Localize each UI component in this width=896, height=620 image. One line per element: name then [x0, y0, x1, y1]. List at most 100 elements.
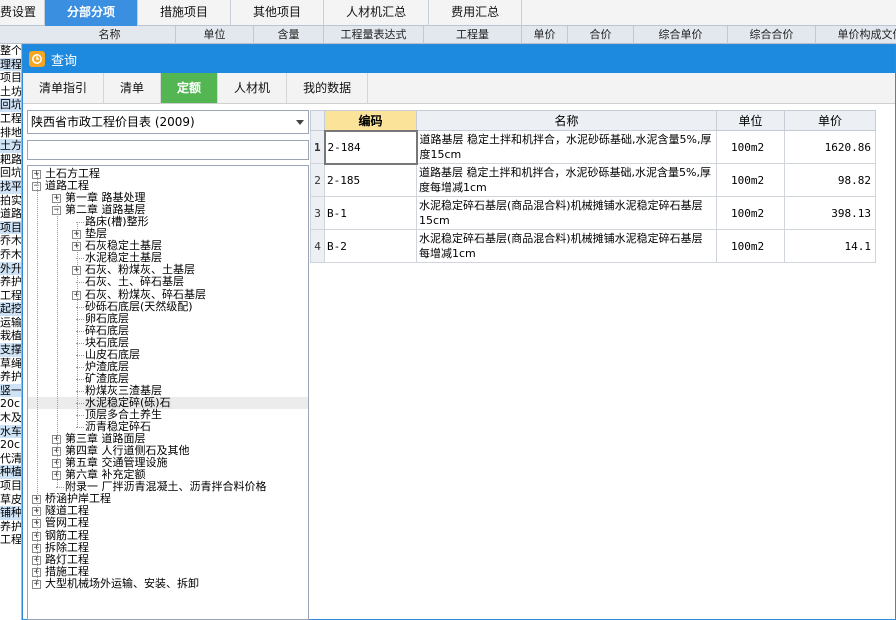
tree-node-label: 石灰、土、碎石基层	[85, 275, 184, 289]
app-row-fragment: 外升	[0, 261, 21, 276]
row-number[interactable]: 1	[310, 130, 325, 164]
tree-node[interactable]: 炉渣底层	[28, 360, 308, 373]
cell-unit[interactable]: 100m2	[716, 130, 785, 164]
dialog-title: 查询	[51, 53, 78, 69]
tree-node-label: 碎石底层	[85, 323, 129, 337]
cell-name[interactable]: 水泥稳定碎石基层(商品混合料)机械摊铺水泥稳定碎石基层 每增减1cm	[416, 229, 717, 263]
app-row-fragment: 回坑	[0, 98, 21, 112]
tree-node-label: 钢筋工程	[45, 528, 89, 542]
app-row-fragment: 耙路	[0, 152, 21, 166]
search-input[interactable]	[27, 140, 309, 160]
app-row-fragment: 养护	[0, 519, 21, 533]
row-number[interactable]: 3	[310, 196, 325, 230]
tab-1[interactable]: 清单	[104, 73, 162, 103]
tree-node[interactable]: 矿渣底层	[28, 372, 308, 385]
app-column-header: 工程量	[424, 26, 522, 44]
cell-name[interactable]: 道路基层 稳定土拌和机拌合，水泥砂砾基础,水泥含量5%,厚度每增减1cm	[416, 163, 717, 197]
column-header-0[interactable]: 编码	[324, 110, 417, 131]
cell-code[interactable]: 2-185	[324, 163, 417, 197]
column-header-3[interactable]: 单价	[784, 110, 876, 131]
tree-node[interactable]: 顶层多合土养生	[28, 409, 308, 421]
cell-price[interactable]: 398.13	[784, 196, 876, 230]
tree-node[interactable]: + 大型机械场外运输、安装、拆卸	[28, 576, 308, 590]
cell-code[interactable]: B-1	[324, 196, 417, 230]
app-tab[interactable]: 费用汇总	[429, 0, 523, 26]
app-row-fragment: 道路基	[0, 207, 21, 221]
app-row-fragment: 土方	[0, 139, 21, 153]
tree-node[interactable]: + 路灯工程	[28, 553, 308, 566]
tab-0[interactable]: 清单指引	[23, 73, 105, 103]
cell-price[interactable]: 1620.86	[784, 130, 876, 164]
cell-unit[interactable]: 100m2	[716, 163, 785, 197]
app-row-fragment: 工程	[0, 533, 21, 547]
cell-name[interactable]: 道路基层 稳定土拌和机拌合，水泥砂砾基础,水泥含量5%,厚度15cm	[416, 130, 717, 164]
tree-node-label: 山皮石底层	[85, 347, 140, 361]
column-header-2[interactable]: 单位	[716, 110, 785, 131]
tab-4[interactable]: 我的数据	[287, 73, 369, 103]
app-grid-header: 名称单位含量工程量表达式工程量单价合价综合单价综合合价单价构成文件	[0, 26, 896, 44]
tree-guide-line	[36, 174, 38, 584]
app-tab[interactable]: 费设置	[0, 0, 46, 26]
app-column-header: 工程量表达式	[324, 26, 424, 44]
tree-node[interactable]: 块石底层	[28, 335, 308, 349]
tree-node-label: 块石底层	[85, 335, 129, 349]
row-number[interactable]: 4	[310, 229, 325, 263]
table-row[interactable]: 3 B-1 水泥稳定碎石基层(商品混合料)机械摊铺水泥稳定碎石基层 15cm 100m…	[310, 196, 876, 230]
app-logo-icon	[29, 51, 45, 67]
tab-2[interactable]: 定额	[161, 73, 219, 103]
tree-node[interactable]: + 拆除工程	[28, 541, 308, 554]
cell-unit[interactable]: 100m2	[716, 196, 785, 230]
tree-node[interactable]: + 措施工程	[28, 565, 308, 578]
tree-node[interactable]: 水泥稳定碎(砾)石	[28, 396, 308, 409]
app-row-fragment: 代清	[0, 451, 21, 465]
app-row-fragment: 整个项	[0, 44, 21, 57]
app-column-header: 单价构成文件	[816, 26, 896, 44]
app-row-fragment: 运输	[0, 315, 21, 329]
tree-node[interactable]: 砂砾石底层(天然级配)	[28, 300, 308, 313]
tree-node[interactable]: 碎石底层	[28, 323, 308, 337]
dialog-titlebar[interactable]: 查询	[23, 45, 895, 73]
chevron-down-icon[interactable]	[296, 120, 304, 125]
app-row-fragment: 草绳	[0, 356, 21, 370]
library-select[interactable]: 陕西省市政工程价目表 (2009)	[27, 110, 309, 134]
app-tab[interactable]: 分部分项	[45, 0, 139, 26]
app-row-fragment: 项目	[0, 220, 21, 235]
tree-node[interactable]: 路床(槽)整形	[28, 216, 308, 228]
app-row-fragment: 找平	[0, 179, 21, 194]
app-row-fragment: 水车	[0, 424, 21, 439]
app-row-fragment: 理程约	[0, 57, 21, 72]
table-row[interactable]: 2 2-185 道路基层 稳定土拌和机拌合，水泥砂砾基础,水泥含量5%,厚度每增减1…	[310, 163, 876, 197]
tree-node[interactable]: + 管网工程	[28, 517, 308, 529]
tree-node[interactable]: − 第二章 道路基层	[28, 204, 308, 216]
row-number[interactable]: 2	[310, 163, 325, 197]
query-dialog: 查询 清单指引 清单 定额 人材机 我的数据 陕西省市政工程价目表 (2009) + 土石…	[22, 44, 896, 620]
app-tab-bar: 费设置 分部分项 措施项目 其他项目 人材机汇总 费用汇总	[0, 0, 896, 26]
tree-node[interactable]: + 钢筋工程	[28, 528, 308, 542]
tree-node[interactable]: 卵石底层	[28, 312, 308, 325]
tree-node[interactable]: + 石灰稳定土基层	[28, 240, 308, 252]
cell-unit[interactable]: 100m2	[716, 229, 785, 263]
cell-price[interactable]: 98.82	[784, 163, 876, 197]
tree-node[interactable]: 山皮石底层	[28, 347, 308, 361]
cell-code[interactable]: B-2	[324, 229, 417, 263]
app-row-fragment: 养护	[0, 275, 21, 289]
tree-node[interactable]: + 石灰、粉煤灰、碎石基层	[28, 288, 308, 301]
app-tab[interactable]: 其他项目	[231, 0, 325, 26]
tab-3[interactable]: 人材机	[218, 73, 288, 103]
cell-price[interactable]: 14.1	[784, 229, 876, 263]
tree-node[interactable]: 石灰、土、碎石基层	[28, 276, 308, 288]
app-tab[interactable]: 措施项目	[138, 0, 232, 26]
app-tab[interactable]: 人材机汇总	[324, 0, 430, 26]
cell-name[interactable]: 水泥稳定碎石基层(商品混合料)机械摊铺水泥稳定碎石基层 15cm	[416, 196, 717, 230]
cell-code[interactable]: 2-184	[323, 129, 418, 165]
tree-node-label: 大型机械场外运输、安装、拆卸	[45, 576, 199, 590]
app-row-fragment: 栽植	[0, 329, 21, 343]
tree-node[interactable]: + 垫层	[28, 228, 308, 240]
table-row[interactable]: 4 B-2 水泥稳定碎石基层(商品混合料)机械摊铺水泥稳定碎石基层 每增减1cm 10…	[310, 229, 876, 263]
app-row-fragment: 竖一	[0, 383, 21, 398]
app-row-fragment: 土坊	[0, 84, 21, 98]
table-row[interactable]: 1 2-184 道路基层 稳定土拌和机拌合，水泥砂砾基础,水泥含量5%,厚度15cm…	[310, 129, 876, 165]
app-row-fragment: 项目	[0, 479, 21, 492]
column-header-1[interactable]: 名称	[416, 110, 717, 131]
app-column-header: 综合合价	[728, 26, 816, 44]
